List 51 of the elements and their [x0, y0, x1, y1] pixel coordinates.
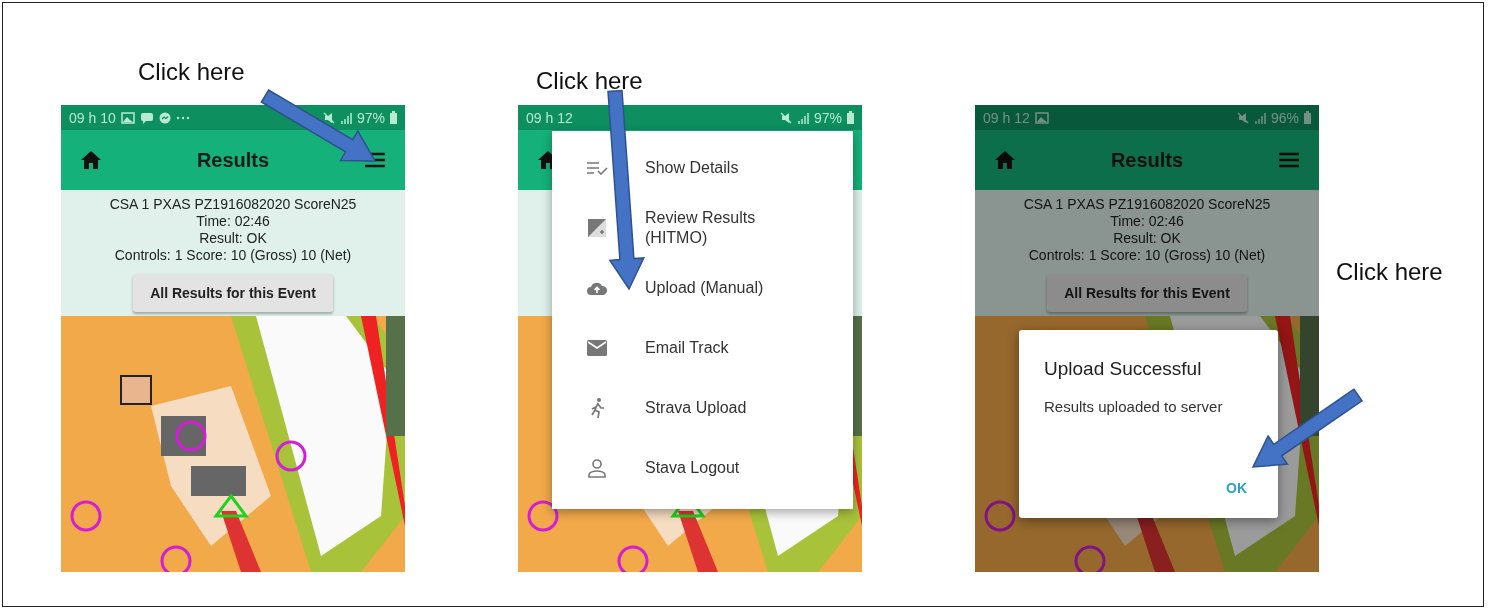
battery-icon [390, 111, 397, 124]
result-line: Controls: 1 Score: 10 (Gross) 10 (Net) [1028, 247, 1266, 264]
menu-item[interactable]: Show Details [552, 138, 853, 198]
battery-icon [1304, 111, 1311, 124]
signal-icon [1253, 111, 1266, 124]
result-line: Controls: 1 Score: 10 (Gross) 10 (Net) [114, 247, 352, 264]
dialog-title: Upload Successful [1044, 358, 1203, 380]
instruction-caption: Click here [536, 67, 643, 94]
list-check-icon [586, 161, 608, 175]
menu-item[interactable]: Review Results (HITMO) [552, 198, 853, 258]
app-bar-title: Results [195, 148, 271, 172]
result-line: CSA 1 PXAS PZ1916082020 ScoreN25 [1023, 196, 1271, 213]
all-results-button[interactable]: All Results for this Event [1047, 274, 1247, 312]
messenger-icon [158, 111, 171, 124]
result-line: Time: 02:46 [196, 213, 270, 230]
menu-item[interactable]: Strava Upload [552, 378, 853, 438]
cloud-upload-icon [586, 280, 608, 296]
result-line: Time: 02:46 [1110, 213, 1184, 230]
menu-item[interactable]: Stava Logout [552, 438, 853, 498]
battery-percent: 96% [1270, 109, 1299, 126]
battery-icon [847, 111, 854, 124]
mute-icon [322, 111, 335, 124]
status-time: 09 h 10 [69, 109, 116, 126]
mute-icon [779, 111, 792, 124]
result-line: CSA 1 PXAS PZ1916082020 ScoreN25 [109, 196, 357, 213]
dialog-message: Results uploaded to server [1044, 398, 1224, 415]
instruction-caption: Click here [1336, 258, 1443, 285]
mail-icon [587, 340, 607, 356]
menu-item[interactable]: Upload (Manual) [552, 258, 853, 318]
app-bar-title: Results [1109, 148, 1185, 172]
person-icon [587, 458, 607, 478]
result-line: Result: OK [1113, 230, 1181, 247]
result-line: Result: OK [199, 230, 267, 247]
battery-percent: 97% [813, 109, 842, 126]
image-icon [1034, 111, 1049, 124]
signal-icon [339, 111, 352, 124]
menu-icon[interactable] [1279, 152, 1299, 168]
running-person-icon [589, 397, 605, 419]
menu-item[interactable]: Email Track [552, 318, 853, 378]
chat-icon [139, 111, 154, 124]
home-icon[interactable] [81, 151, 101, 169]
mute-icon [1236, 111, 1249, 124]
signal-icon [796, 111, 809, 124]
image-icon [120, 111, 135, 124]
all-results-button[interactable]: All Results for this Event [133, 274, 333, 312]
instruction-caption: Click here [138, 58, 245, 85]
exposure-icon [587, 218, 607, 238]
status-time: 09 h 12 [526, 109, 573, 126]
more-icon [175, 115, 190, 120]
battery-percent: 97% [356, 109, 385, 126]
status-time: 09 h 12 [983, 109, 1030, 126]
